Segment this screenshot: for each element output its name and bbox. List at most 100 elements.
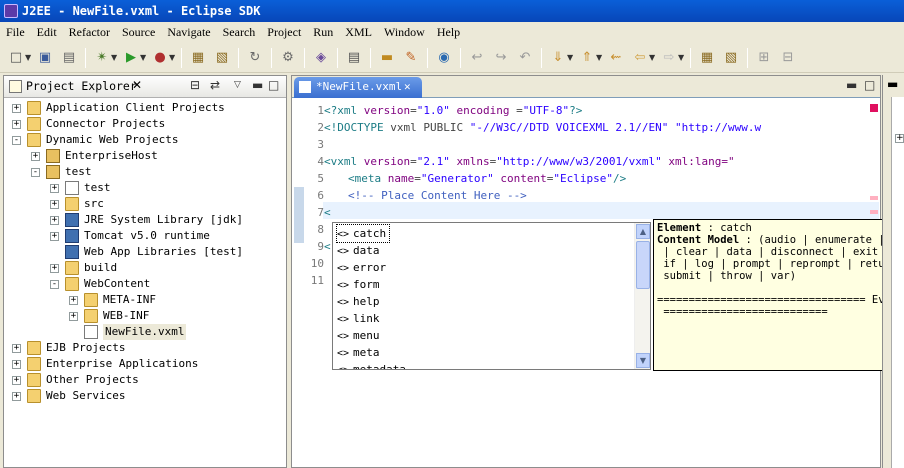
menu-file[interactable]: File [0,22,31,43]
tree-item-src[interactable]: + src [4,196,284,212]
chevron-down-icon[interactable]: ▼ [140,53,148,62]
chevron-down-icon[interactable]: ▼ [567,53,575,62]
tree-item-other-projects[interactable]: + Other Projects [4,372,284,388]
tree-item-newfile-vxml[interactable]: NewFile.vxml [4,324,284,340]
close-icon[interactable]: ✕ [404,77,411,97]
maximize-icon[interactable]: □ [268,78,279,92]
menu-refactor[interactable]: Refactor [63,22,116,43]
menu-help[interactable]: Help [431,22,466,43]
menu-xml[interactable]: XML [339,22,378,43]
new-server-icon[interactable]: ▦ [189,49,207,67]
perspective-icon[interactable]: ▦ [698,49,716,67]
chevron-down-icon[interactable]: ▼ [596,53,604,62]
link-with-editor-icon[interactable]: ⇄ [210,78,220,92]
tree-item-test-project[interactable]: - test [4,164,284,180]
tree-expand-icon[interactable]: + [12,392,21,401]
tree-item-meta-inf[interactable]: + META-INF [4,292,284,308]
zoom-out-icon[interactable]: ⊟ [779,49,797,67]
menu-search[interactable]: Search [217,22,262,43]
open-perspective-icon[interactable]: ▧ [722,49,740,67]
build-icon[interactable]: ⚙ [279,49,297,67]
tree-item-tomcat-runtime[interactable]: + Tomcat v5.0 runtime [4,228,284,244]
scroll-down-icon[interactable]: ▼ [636,353,650,368]
tree-expand-icon[interactable]: + [12,104,21,113]
tree-item-test-deployment[interactable]: + test [4,180,284,196]
tree-expand-icon[interactable]: + [50,184,59,193]
editor-tab-newfile[interactable]: *NewFile.vxml ✕ [294,77,422,98]
next-icon[interactable]: ⇓ [549,49,567,67]
tree-expand-icon[interactable]: + [12,376,21,385]
tree-collapse-icon[interactable]: - [31,168,40,177]
publish-icon[interactable]: ▧ [213,49,231,67]
completion-item-link[interactable]: <> link [337,310,380,327]
back-icon[interactable]: ⇦ [631,49,649,67]
code-line-7[interactable]: < [324,204,331,221]
completion-item-form[interactable]: <> form [337,276,380,293]
tree-item-enterprisehost[interactable]: + EnterpriseHost [4,148,284,164]
completion-item-metadata[interactable]: <>metadata [337,361,406,369]
last-edit-icon[interactable]: ↶ [516,49,534,67]
globe-icon[interactable]: ◉ [435,49,453,67]
prev-annotation-icon[interactable]: ↩ [468,49,486,67]
external-tools-icon[interactable]: ● [151,49,169,67]
tree-expand-icon[interactable]: + [895,134,904,143]
content-assist-list[interactable]: <> catch <> data <> error <> form <> help <> link <>… [332,222,651,370]
tree-item-dynamic-web-projects[interactable]: - Dynamic Web Projects [4,132,284,148]
debug-icon[interactable]: ✴ [93,49,111,67]
content-assist-scrollbar[interactable]: ▲ ▼ [634,223,650,369]
completion-item-menu[interactable]: <> menu [337,327,380,344]
tree-item-web-app-libraries[interactable]: Web App Libraries [test] [4,244,284,260]
menu-edit[interactable]: Edit [31,22,63,43]
tree-expand-icon[interactable]: + [31,152,40,161]
tree-expand-icon[interactable]: + [50,200,59,209]
zoom-in-icon[interactable]: ⊞ [755,49,773,67]
overview-marker[interactable] [870,196,878,200]
scroll-up-icon[interactable]: ▲ [636,224,650,239]
save-icon[interactable]: ▣ [36,49,54,67]
close-icon[interactable]: ✕ [132,78,142,92]
previous-icon[interactable]: ⇑ [578,49,596,67]
scroll-thumb[interactable] [636,241,650,289]
back-edit-icon[interactable]: ⇜ [607,49,625,67]
code-line-9[interactable]: < [324,238,331,255]
tree-item-enterprise-applications[interactable]: + Enterprise Applications [4,356,284,372]
code-line-6[interactable]: <!-- Place Content Here --> [348,187,527,204]
completion-item-data[interactable]: <> data [337,242,380,259]
menu-window[interactable]: Window [378,22,431,43]
tree-item-ejb-projects[interactable]: + EJB Projects [4,340,284,356]
tree-expand-icon[interactable]: + [69,296,78,305]
tree-collapse-icon[interactable]: - [50,280,59,289]
chevron-down-icon[interactable]: ▼ [111,53,119,62]
code-line-1[interactable]: <?xml version="1.0" encoding ="UTF-8"?> [324,102,582,119]
code-line-5[interactable]: <meta name="Generator" content="Eclipse"… [348,170,626,187]
tree-item-connector-projects[interactable]: + Connector Projects [4,116,284,132]
forward-icon[interactable]: ⇨ [660,49,678,67]
completion-item-error[interactable]: <> error [337,259,386,276]
open-type-icon[interactable]: ◈ [312,49,330,67]
tree-collapse-icon[interactable]: - [12,136,21,145]
refresh-icon[interactable]: ↻ [246,49,264,67]
minimize-icon[interactable]: ▬ [846,78,857,92]
code-line-2[interactable]: <!DOCTYPE vxml PUBLIC "-//W3C//DTD VOICE… [324,119,761,136]
menu-source[interactable]: Source [116,22,161,43]
tree-expand-icon[interactable]: + [12,120,21,129]
print-icon[interactable]: ▤ [60,49,78,67]
tree-expand-icon[interactable]: + [50,264,59,273]
chevron-down-icon[interactable]: ▼ [678,53,686,62]
tree-item-jre-system-library[interactable]: + JRE System Library [jdk] [4,212,284,228]
tree-expand-icon[interactable]: + [69,312,78,321]
run-icon[interactable]: ▶ [122,49,140,67]
chevron-down-icon[interactable]: ▼ [649,53,657,62]
view-menu-icon[interactable]: ▽ [234,80,241,90]
tree-expand-icon[interactable]: + [50,232,59,241]
tree-expand-icon[interactable]: + [50,216,59,225]
menu-navigate[interactable]: Navigate [161,22,216,43]
completion-item-meta[interactable]: <> meta [337,344,380,361]
tree-item-web-services[interactable]: + Web Services [4,388,284,404]
collapse-all-icon[interactable]: ⊟ [190,78,200,92]
minimize-icon[interactable]: ▬ [252,78,263,92]
menu-run[interactable]: Run [307,22,339,43]
next-annotation-icon[interactable]: ↪ [492,49,510,67]
menu-project[interactable]: Project [261,22,307,43]
project-explorer-tab[interactable]: Project Explorer ✕ ⊟ ⇄ ▽ ▬ □ [4,76,286,98]
